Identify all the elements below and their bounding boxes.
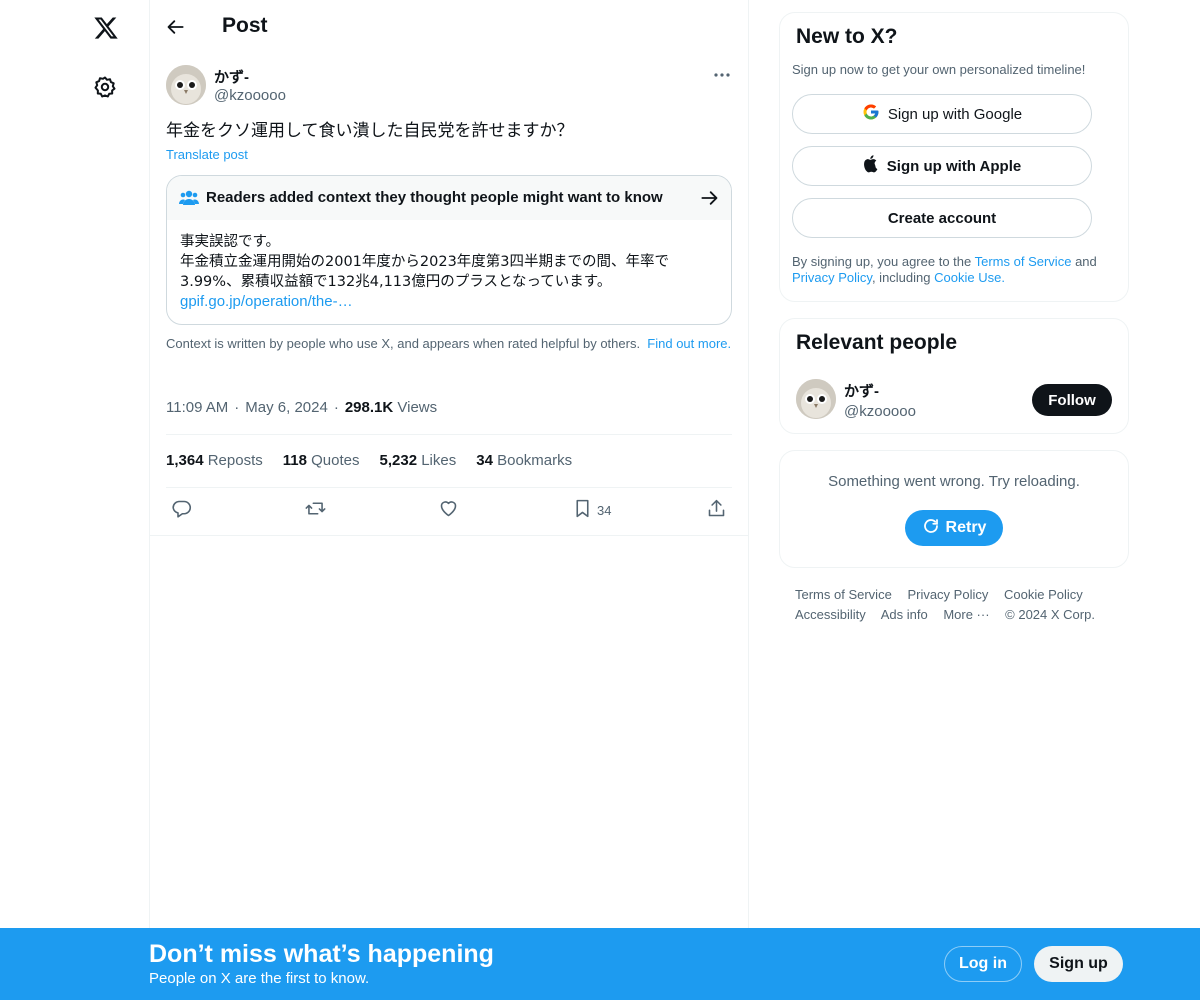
avatar[interactable]	[796, 379, 836, 419]
post-stats: 1,364 Reposts 118 Quotes 5,232 Likes 34 …	[166, 452, 572, 469]
apple-signup-label: Sign up with Apple	[886, 157, 1022, 175]
footer-accessibility-link[interactable]: Accessibility	[795, 607, 866, 622]
left-nav	[0, 0, 150, 1000]
login-button[interactable]: Log in	[944, 946, 1022, 982]
signup-card-subtitle: Sign up now to get your own personalized…	[792, 62, 1086, 77]
note-line: 3.99%、累積収益額で132兆4,113億円のプラスとなっています。	[180, 274, 612, 290]
signup-button[interactable]: Sign up	[1034, 946, 1123, 982]
reposts-stat[interactable]: 1,364 Reposts	[166, 452, 263, 469]
divider	[150, 535, 749, 536]
bookmark-icon	[572, 498, 593, 522]
context-text: Context is written by people who use X, …	[166, 336, 641, 351]
google-signup-button[interactable]: Sign up with Google	[792, 94, 1092, 134]
arrow-right-icon[interactable]	[699, 188, 719, 208]
footer-links: Terms of Service Privacy Policy Cookie P…	[795, 585, 1115, 625]
cookie-use-link[interactable]: Cookie Use.	[934, 270, 1005, 285]
google-icon	[862, 103, 880, 125]
views-label: Views	[397, 399, 438, 416]
relevant-people-card: Relevant people かず- @kzooooo Follow	[779, 318, 1129, 434]
x-logo-icon[interactable]	[88, 10, 124, 46]
main-column: Post かず- @kzooooo 年金をクソ運用して食い潰した自民党を許せます…	[150, 0, 749, 1000]
community-note[interactable]: Readers added context they thought peopl…	[166, 175, 732, 325]
share-icon[interactable]	[706, 498, 727, 519]
footer-privacy-link[interactable]: Privacy Policy	[907, 587, 988, 602]
relevant-person-handle[interactable]: @kzooooo	[844, 403, 916, 420]
follow-button[interactable]: Follow	[1032, 384, 1112, 416]
context-explainer: Context is written by people who use X, …	[166, 336, 732, 352]
bottom-signup-bar: Don’t miss what’s happening People on X …	[0, 928, 1200, 1000]
community-note-body: 事実誤認です。 年金積立金運用開始の2001年度から2023年度第3四半期までの…	[180, 232, 720, 312]
avatar[interactable]	[166, 65, 206, 105]
error-card: Something went wrong. Try reloading. Ret…	[779, 450, 1129, 568]
gear-icon[interactable]	[90, 72, 120, 102]
divider	[166, 487, 732, 488]
note-line: 事実誤認です。	[180, 234, 281, 250]
bottom-bar-title: Don’t miss what’s happening	[149, 940, 494, 968]
back-arrow-icon[interactable]	[162, 13, 190, 41]
like-icon[interactable]	[438, 498, 459, 519]
relevant-person-name[interactable]: かず-	[844, 380, 879, 401]
footer-ads-link[interactable]: Ads info	[881, 607, 928, 622]
post-meta: 11:09 AM · May 6, 2024 · 298.1K Views	[166, 399, 438, 416]
translate-post-link[interactable]: Translate post	[166, 147, 248, 162]
privacy-link[interactable]: Privacy Policy	[792, 270, 872, 285]
divider	[166, 434, 732, 435]
post-time[interactable]: 11:09 AM	[166, 399, 228, 416]
apple-icon	[863, 155, 879, 177]
post-date[interactable]: May 6, 2024	[245, 399, 328, 416]
views-count: 298.1K	[344, 399, 394, 416]
likes-stat[interactable]: 5,232 Likes	[380, 452, 457, 469]
quotes-stat[interactable]: 118 Quotes	[283, 452, 360, 469]
note-source-link[interactable]: gpif.go.jp/operation/the-…	[180, 292, 720, 312]
signup-legal: By signing up, you agree to the Terms of…	[792, 254, 1097, 285]
post-actions: 34	[166, 498, 732, 524]
error-message: Something went wrong. Try reloading.	[828, 473, 1080, 490]
post-header: Post	[150, 0, 749, 54]
note-line: 年金積立金運用開始の2001年度から2023年度第3四半期までの間、年率で	[180, 254, 670, 270]
footer-more-link[interactable]: More ···	[943, 607, 989, 622]
retry-label: Retry	[945, 519, 987, 536]
community-note-header[interactable]: Readers added context they thought peopl…	[167, 176, 731, 220]
page-title: Post	[222, 14, 268, 37]
author-handle[interactable]: @kzooooo	[214, 87, 286, 104]
relevant-people-title: Relevant people	[796, 331, 958, 354]
more-icon[interactable]	[710, 64, 734, 86]
footer-cookie-link[interactable]: Cookie Policy	[1004, 587, 1083, 602]
refresh-icon	[922, 517, 940, 540]
author-name[interactable]: かず-	[214, 66, 249, 87]
reply-icon[interactable]	[171, 498, 192, 519]
footer-terms-link[interactable]: Terms of Service	[795, 587, 892, 602]
bookmark-count: 34	[597, 502, 612, 518]
community-note-title: Readers added context they thought peopl…	[206, 189, 663, 206]
bookmark-button[interactable]: 34	[572, 498, 611, 522]
create-account-button[interactable]: Create account	[792, 198, 1092, 238]
bookmarks-stat[interactable]: 34 Bookmarks	[476, 452, 572, 469]
signup-card: New to X? Sign up now to get your own pe…	[779, 12, 1129, 302]
find-out-more-link[interactable]: Find out more.	[647, 336, 731, 351]
terms-link[interactable]: Terms of Service	[975, 254, 1072, 269]
retry-button[interactable]: Retry	[905, 510, 1003, 546]
google-signup-label: Sign up with Google	[887, 105, 1023, 123]
people-icon	[179, 189, 199, 207]
post-text: 年金をクソ運用して食い潰した自民党を許せますか？	[166, 121, 574, 141]
repost-icon[interactable]	[304, 498, 327, 519]
bottom-bar-subtitle: People on X are the first to know.	[149, 970, 370, 987]
signup-card-title: New to X?	[796, 25, 898, 48]
footer-copyright: © 2024 X Corp.	[1005, 607, 1095, 622]
apple-signup-button[interactable]: Sign up with Apple	[792, 146, 1092, 186]
